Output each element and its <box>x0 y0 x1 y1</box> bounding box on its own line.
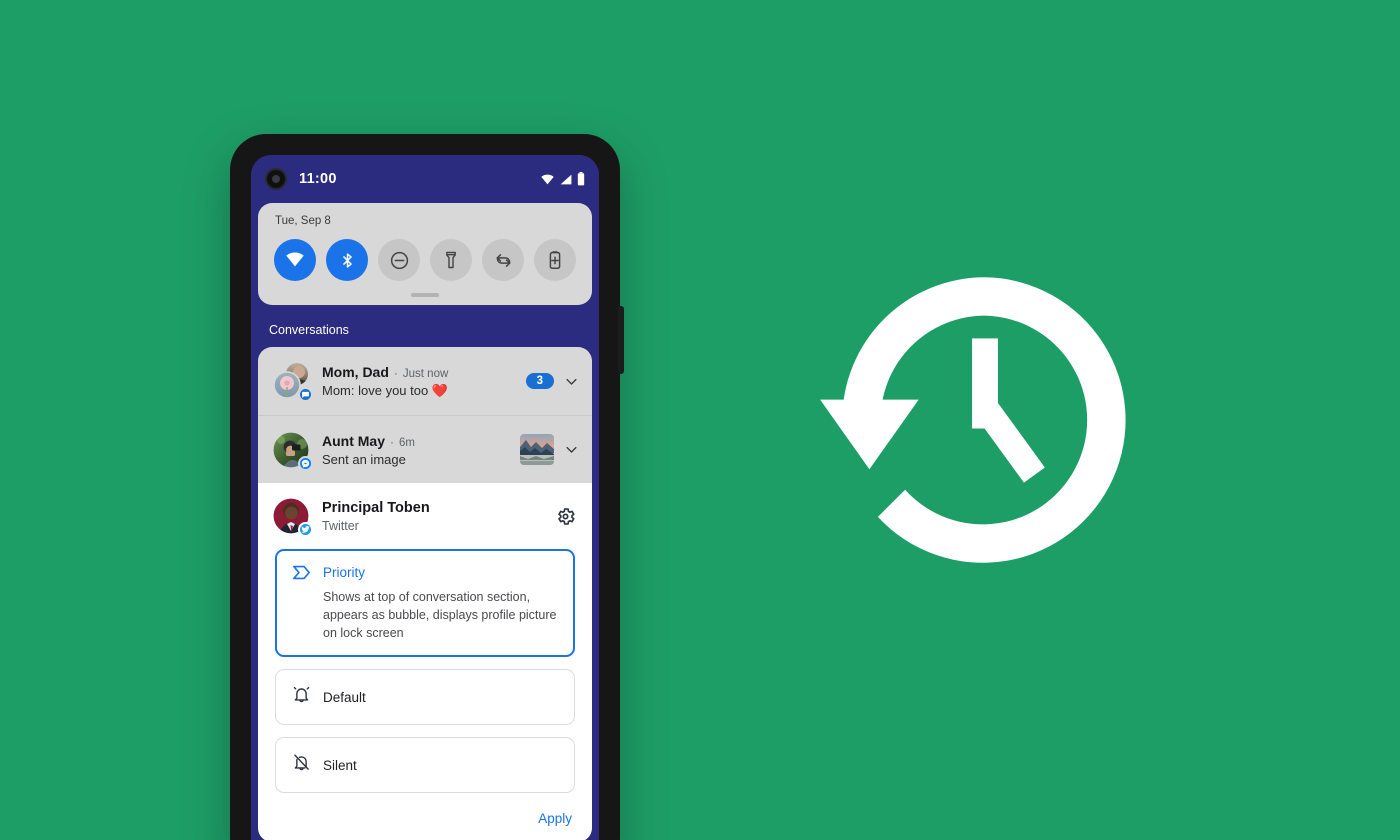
conversation-name: Mom, Dad <box>322 363 389 380</box>
flashlight-icon <box>441 250 461 270</box>
conversation-text: Mom, Dad · Just now Mom: love you too ❤️ <box>322 364 526 399</box>
conversation-text: Aunt May · 6m Sent an image <box>322 433 520 467</box>
bluetooth-tile[interactable] <box>326 239 368 281</box>
notification-settings-card: Principal Toben Twitter Priority Shows a… <box>258 483 592 840</box>
image-attachment-thumbnail[interactable] <box>520 434 554 465</box>
power-button[interactable] <box>618 306 624 374</box>
auto-rotate-tile[interactable] <box>482 239 524 281</box>
priority-important-icon <box>291 564 312 581</box>
gear-icon[interactable] <box>552 503 578 529</box>
conversation-group: Mom, Dad · Just now Mom: love you too ❤️… <box>258 347 592 483</box>
wifi-icon <box>284 251 306 269</box>
option-label: Default <box>323 689 366 705</box>
conversation-snippet: Mom: love you too ❤️ <box>322 382 449 398</box>
contact-name: Principal Toben <box>322 499 430 516</box>
separator-dot: · <box>390 434 394 449</box>
conversation-timestamp: 6m <box>399 436 415 449</box>
front-camera-hole-icon <box>265 168 287 190</box>
battery-icon <box>577 172 585 186</box>
bell-ringing-icon <box>291 684 312 710</box>
contact-info: Principal Toben Twitter <box>322 500 552 533</box>
messages-icon <box>298 387 313 402</box>
contact-header-row: Principal Toben Twitter <box>258 483 592 549</box>
twitter-icon <box>298 522 313 537</box>
apply-button[interactable]: Apply <box>538 811 572 826</box>
wifi-icon <box>540 173 555 186</box>
phone-screen: 11:00 Tue, Sep 8 Conversations Mom, Dad … <box>251 155 599 840</box>
quick-settings-tiles <box>258 227 592 285</box>
conversation-snippet: Sent an image <box>322 451 406 467</box>
conversations-section-title: Conversations <box>251 305 599 347</box>
battery-saver-tile[interactable] <box>534 239 576 281</box>
restore-history-icon <box>790 250 1180 590</box>
status-bar-clock: 11:00 <box>299 171 337 187</box>
option-default[interactable]: Default <box>275 669 575 726</box>
contact-avatar <box>272 497 313 537</box>
option-silent[interactable]: Silent <box>275 737 575 794</box>
phone-device-frame: 11:00 Tue, Sep 8 Conversations Mom, Dad … <box>230 134 624 840</box>
option-priority[interactable]: Priority Shows at top of conversation se… <box>275 549 575 658</box>
group-avatar <box>272 362 313 402</box>
messenger-icon <box>298 455 313 471</box>
quick-settings-date: Tue, Sep 8 <box>275 215 331 227</box>
notification-shade-body: Mom, Dad · Just now Mom: love you too ❤️… <box>251 347 599 840</box>
chevron-down-icon[interactable] <box>562 372 580 390</box>
option-description: Shows at top of conversation section, ap… <box>323 590 557 640</box>
unread-count-badge: 3 <box>525 373 554 389</box>
list-item[interactable]: Aunt May · 6m Sent an image <box>258 415 592 483</box>
status-bar: 11:00 <box>251 155 599 203</box>
quick-settings-panel: Tue, Sep 8 <box>258 203 592 305</box>
contact-app-name: Twitter <box>322 518 359 533</box>
bluetooth-icon <box>339 250 356 271</box>
contact-avatar <box>272 430 313 471</box>
conversation-name: Aunt May <box>322 432 385 449</box>
auto-rotate-icon <box>493 250 514 271</box>
cell-signal-icon <box>559 173 573 186</box>
do-not-disturb-icon <box>389 250 410 271</box>
option-label: Priority <box>323 565 366 580</box>
conversation-timestamp: Just now <box>402 367 449 380</box>
battery-saver-icon <box>547 249 563 271</box>
quick-settings-drag-handle[interactable] <box>411 293 439 297</box>
apply-row: Apply <box>258 805 592 826</box>
list-item[interactable]: Mom, Dad · Just now Mom: love you too ❤️… <box>258 347 592 415</box>
separator-dot: · <box>393 365 398 380</box>
wifi-tile[interactable] <box>274 239 316 281</box>
dnd-tile[interactable] <box>378 239 420 281</box>
chevron-down-icon[interactable] <box>562 441 580 459</box>
bell-off-icon <box>291 752 312 778</box>
option-label: Silent <box>323 757 357 773</box>
status-bar-icons <box>540 172 585 186</box>
flashlight-tile[interactable] <box>430 239 472 281</box>
